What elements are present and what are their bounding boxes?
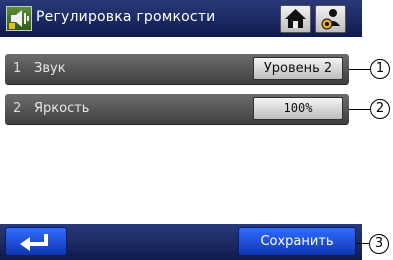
page-title: Регулировка громкости — [36, 9, 216, 25]
callout-line — [349, 69, 371, 70]
sound-level-button[interactable]: Уровень 2 — [253, 57, 343, 80]
callout-line — [356, 243, 370, 244]
back-button[interactable] — [5, 227, 67, 256]
brightness-row[interactable]: 2 Яркость 100% — [5, 94, 349, 124]
sound-row[interactable]: 1 Звук Уровень 2 — [5, 54, 349, 84]
speaker-icon — [6, 6, 32, 31]
footer-bar: Сохранить — [0, 224, 362, 260]
save-button[interactable]: Сохранить — [238, 227, 356, 256]
user-gear-icon — [321, 9, 340, 30]
brightness-value-button[interactable]: 100% — [253, 97, 343, 120]
row-label: Яркость — [34, 101, 90, 116]
callout-marker: 3 — [369, 234, 389, 254]
row-label: Звук — [34, 61, 66, 76]
return-arrow-icon — [20, 234, 48, 251]
user-settings-button[interactable] — [315, 5, 346, 33]
home-icon — [285, 9, 306, 28]
header-bar: Регулировка громкости — [0, 0, 362, 37]
row-number: 1 — [13, 61, 22, 76]
home-button[interactable] — [280, 5, 311, 33]
row-number: 2 — [13, 101, 22, 116]
callout-line — [349, 109, 371, 110]
callout-marker: 1 — [370, 59, 390, 79]
device-screen: Регулировка громкости 1 Звук Уровень 2 2… — [0, 0, 362, 260]
callout-marker: 2 — [370, 99, 390, 119]
